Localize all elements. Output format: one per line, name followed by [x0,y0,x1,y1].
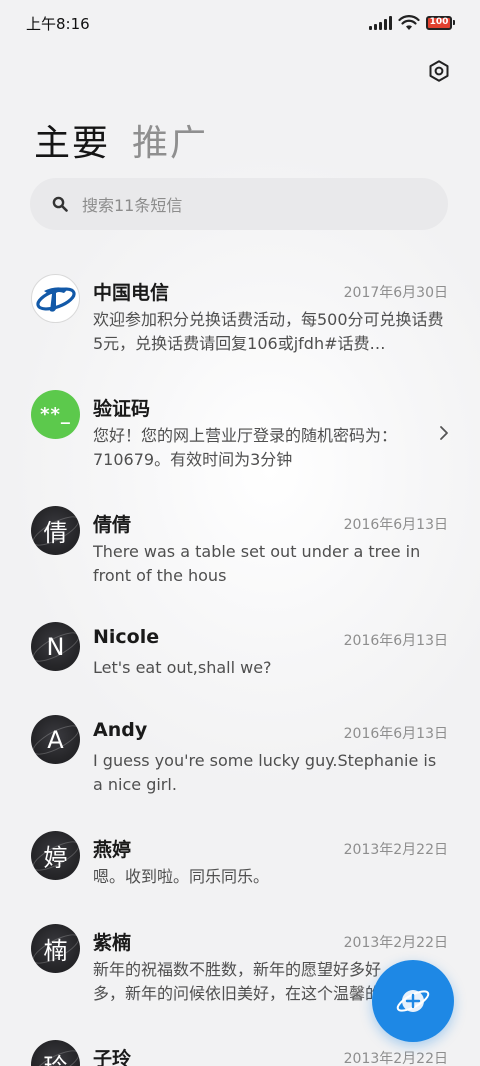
message-date: 2013年2月22日 [343,842,448,858]
avatar-text: 楠 [43,937,68,965]
message-preview: 嗯。收到啦。同乐同乐。 [93,867,270,886]
compose-message-icon [396,990,430,1012]
status-bar: 上午8:16 100 [0,0,480,46]
conversation-list: 中国电信 2017年6月30日 欢迎参加积分兑换话费活动，每500分可兑换话费5… [0,258,480,1066]
message-preview: 新年的祝福数不胜数，新年的愿望好多好多，新年的问候依旧美好，在这个温馨的 [93,960,382,1003]
conversation-item[interactable]: 倩 倩倩 2016年6月13日 There was a table set ou… [0,490,480,606]
message-preview: There was a table set out under a tree i… [93,542,421,585]
avatar-text: N [46,632,65,661]
avatar-text: 玲 [44,1047,68,1066]
avatar: 倩 [31,506,80,555]
avatar: 玲 [31,1040,80,1066]
verification-code-avatar: **_ [31,390,80,439]
wifi-icon [398,15,420,30]
tab-primary[interactable]: 主要 [34,114,110,166]
message-date: 2017年6月30日 [343,285,448,301]
conversation-item[interactable]: A Andy 2016年6月13日 I guess you're some lu… [0,699,480,815]
avatar-text: 婷 [43,844,68,872]
avatar: 楠 [31,924,80,973]
settings-icon [429,60,449,82]
signal-icon [369,16,392,30]
avatar: 婷 [31,831,80,880]
chevron-right-icon[interactable] [438,425,450,441]
contact-name: 倩倩 [93,514,132,536]
settings-button[interactable] [426,58,452,84]
avatar: A [31,715,80,764]
contact-name: 子玲 [93,1048,132,1066]
message-preview: I guess you're some lucky guy.Stephanie … [93,751,437,794]
avatar-text: A [47,725,64,754]
message-date: 2013年2月22日 [343,935,448,951]
conversation-item[interactable]: **_ 验证码 您好！您的网上营业厅登录的随机密码为：710679。有效时间为3… [0,374,480,490]
battery-level: 100 [429,17,449,27]
conversation-item[interactable]: 婷 燕婷 2013年2月22日 嗯。收到啦。同乐同乐。 [0,815,480,908]
search-input[interactable]: 搜索11条短信 [82,192,182,216]
message-date: 2016年6月13日 [343,726,448,742]
status-time: 上午8:16 [26,14,90,33]
conversation-item[interactable]: 中国电信 2017年6月30日 欢迎参加积分兑换话费活动，每500分可兑换话费5… [0,258,480,374]
message-preview: 您好！您的网上营业厅登录的随机密码为：710679。有效时间为3分钟 [93,426,398,469]
contact-name: 中国电信 [93,282,170,304]
contact-name: 紫楠 [93,932,132,954]
message-date: 2016年6月13日 [343,633,448,649]
message-date: 2016年6月13日 [343,517,448,533]
message-date: 2013年2月22日 [343,1051,448,1066]
contact-name: 验证码 [93,398,151,420]
message-preview: 欢迎参加积分兑换话费活动，每500分可兑换话费5元，兑换话费请回复106或jfd… [93,310,444,353]
status-icons: 100 [369,15,455,31]
tab-promotions[interactable]: 推广 [132,114,208,166]
contact-name: Nicole [93,626,160,648]
avatar-text: **_ [40,404,71,425]
battery-icon: 100 [426,16,455,30]
conversation-item[interactable]: N Nicole 2016年6月13日 Let's eat out,shall … [0,606,480,699]
search-icon [52,196,68,212]
avatar: N [31,622,80,671]
china-telecom-logo-avatar [31,274,80,323]
category-tabs: 主要 推广 [34,114,208,166]
search-bar[interactable]: 搜索11条短信 [30,178,448,230]
message-preview: Let's eat out,shall we? [93,658,272,677]
contact-name: 燕婷 [93,839,132,861]
contact-name: Andy [93,719,148,741]
compose-message-button[interactable] [372,960,454,1042]
china-telecom-logo-icon [35,286,76,312]
avatar-text: 倩 [43,519,68,547]
